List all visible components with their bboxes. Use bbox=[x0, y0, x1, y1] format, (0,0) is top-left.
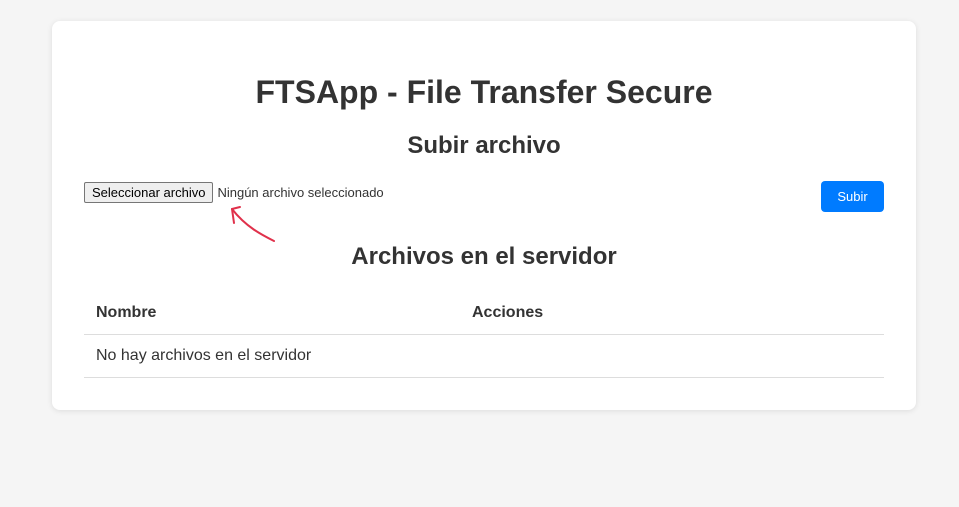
select-file-button[interactable]: Seleccionar archivo bbox=[84, 181, 214, 203]
table-header-row: Nombre Acciones bbox=[84, 291, 884, 335]
table-row: No hay archivos en el servidor bbox=[84, 334, 884, 378]
files-table: Nombre Acciones No hay archivos en el se… bbox=[84, 291, 884, 378]
file-status-text: Ningún archivo seleccionado bbox=[217, 184, 384, 200]
column-header-name: Nombre bbox=[84, 291, 460, 335]
page-title: FTSApp - File Transfer Secure bbox=[255, 74, 713, 110]
main-card: FTSApp - File Transfer Secure Subir arch… bbox=[52, 21, 916, 410]
column-header-actions: Acciones bbox=[460, 291, 884, 335]
upload-button[interactable]: Subir bbox=[821, 181, 884, 212]
upload-section-title: Subir archivo bbox=[407, 132, 561, 159]
file-input[interactable]: Seleccionar archivo Ningún archivo selec… bbox=[84, 181, 384, 203]
server-files-title: Archivos en el servidor bbox=[351, 243, 617, 270]
hand-drawn-arrow-icon bbox=[231, 206, 275, 242]
empty-table-message: No hay archivos en el servidor bbox=[84, 334, 884, 378]
